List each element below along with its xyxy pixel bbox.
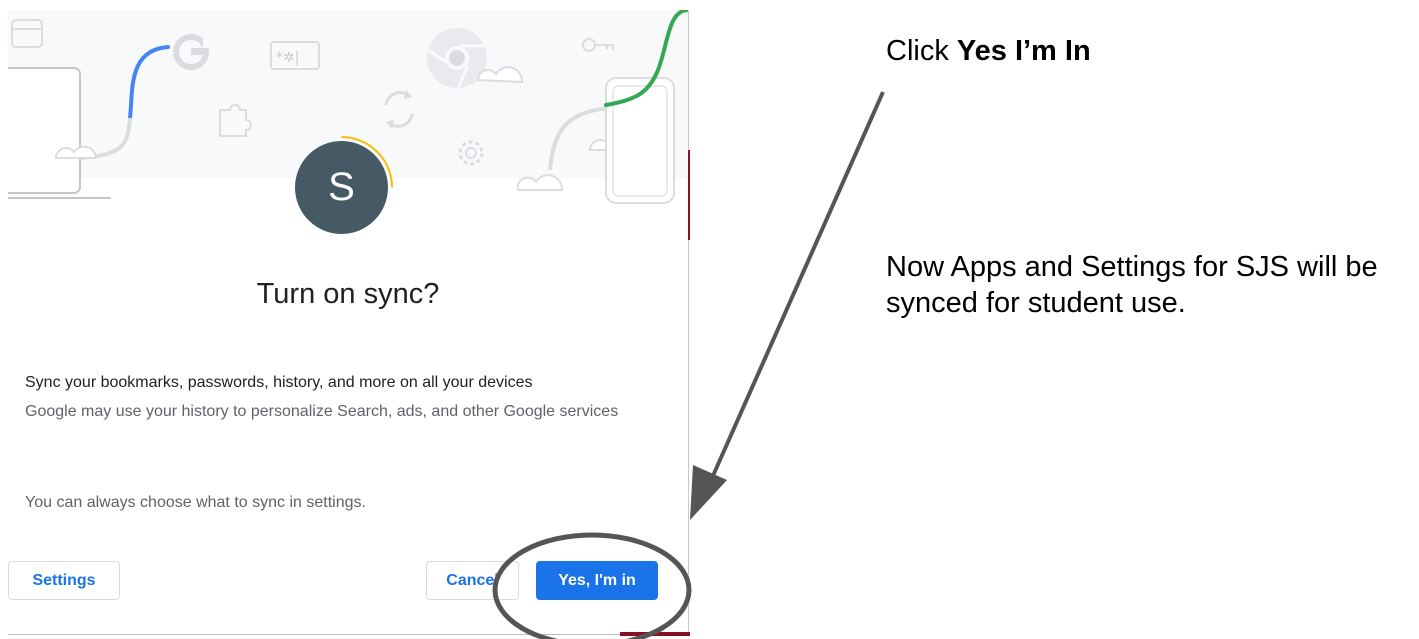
click-prefix: Click (886, 35, 957, 67)
pointer-arrow-line (710, 91, 885, 479)
sync-explanation-note: Now Apps and Settings for SJS will be sy… (886, 251, 1378, 319)
click-instruction: Click Yes I’m In (886, 35, 1091, 68)
pointer-arrowhead (690, 465, 727, 520)
click-target-label: Yes I’m In (956, 35, 1091, 67)
highlight-ellipse (492, 532, 692, 639)
